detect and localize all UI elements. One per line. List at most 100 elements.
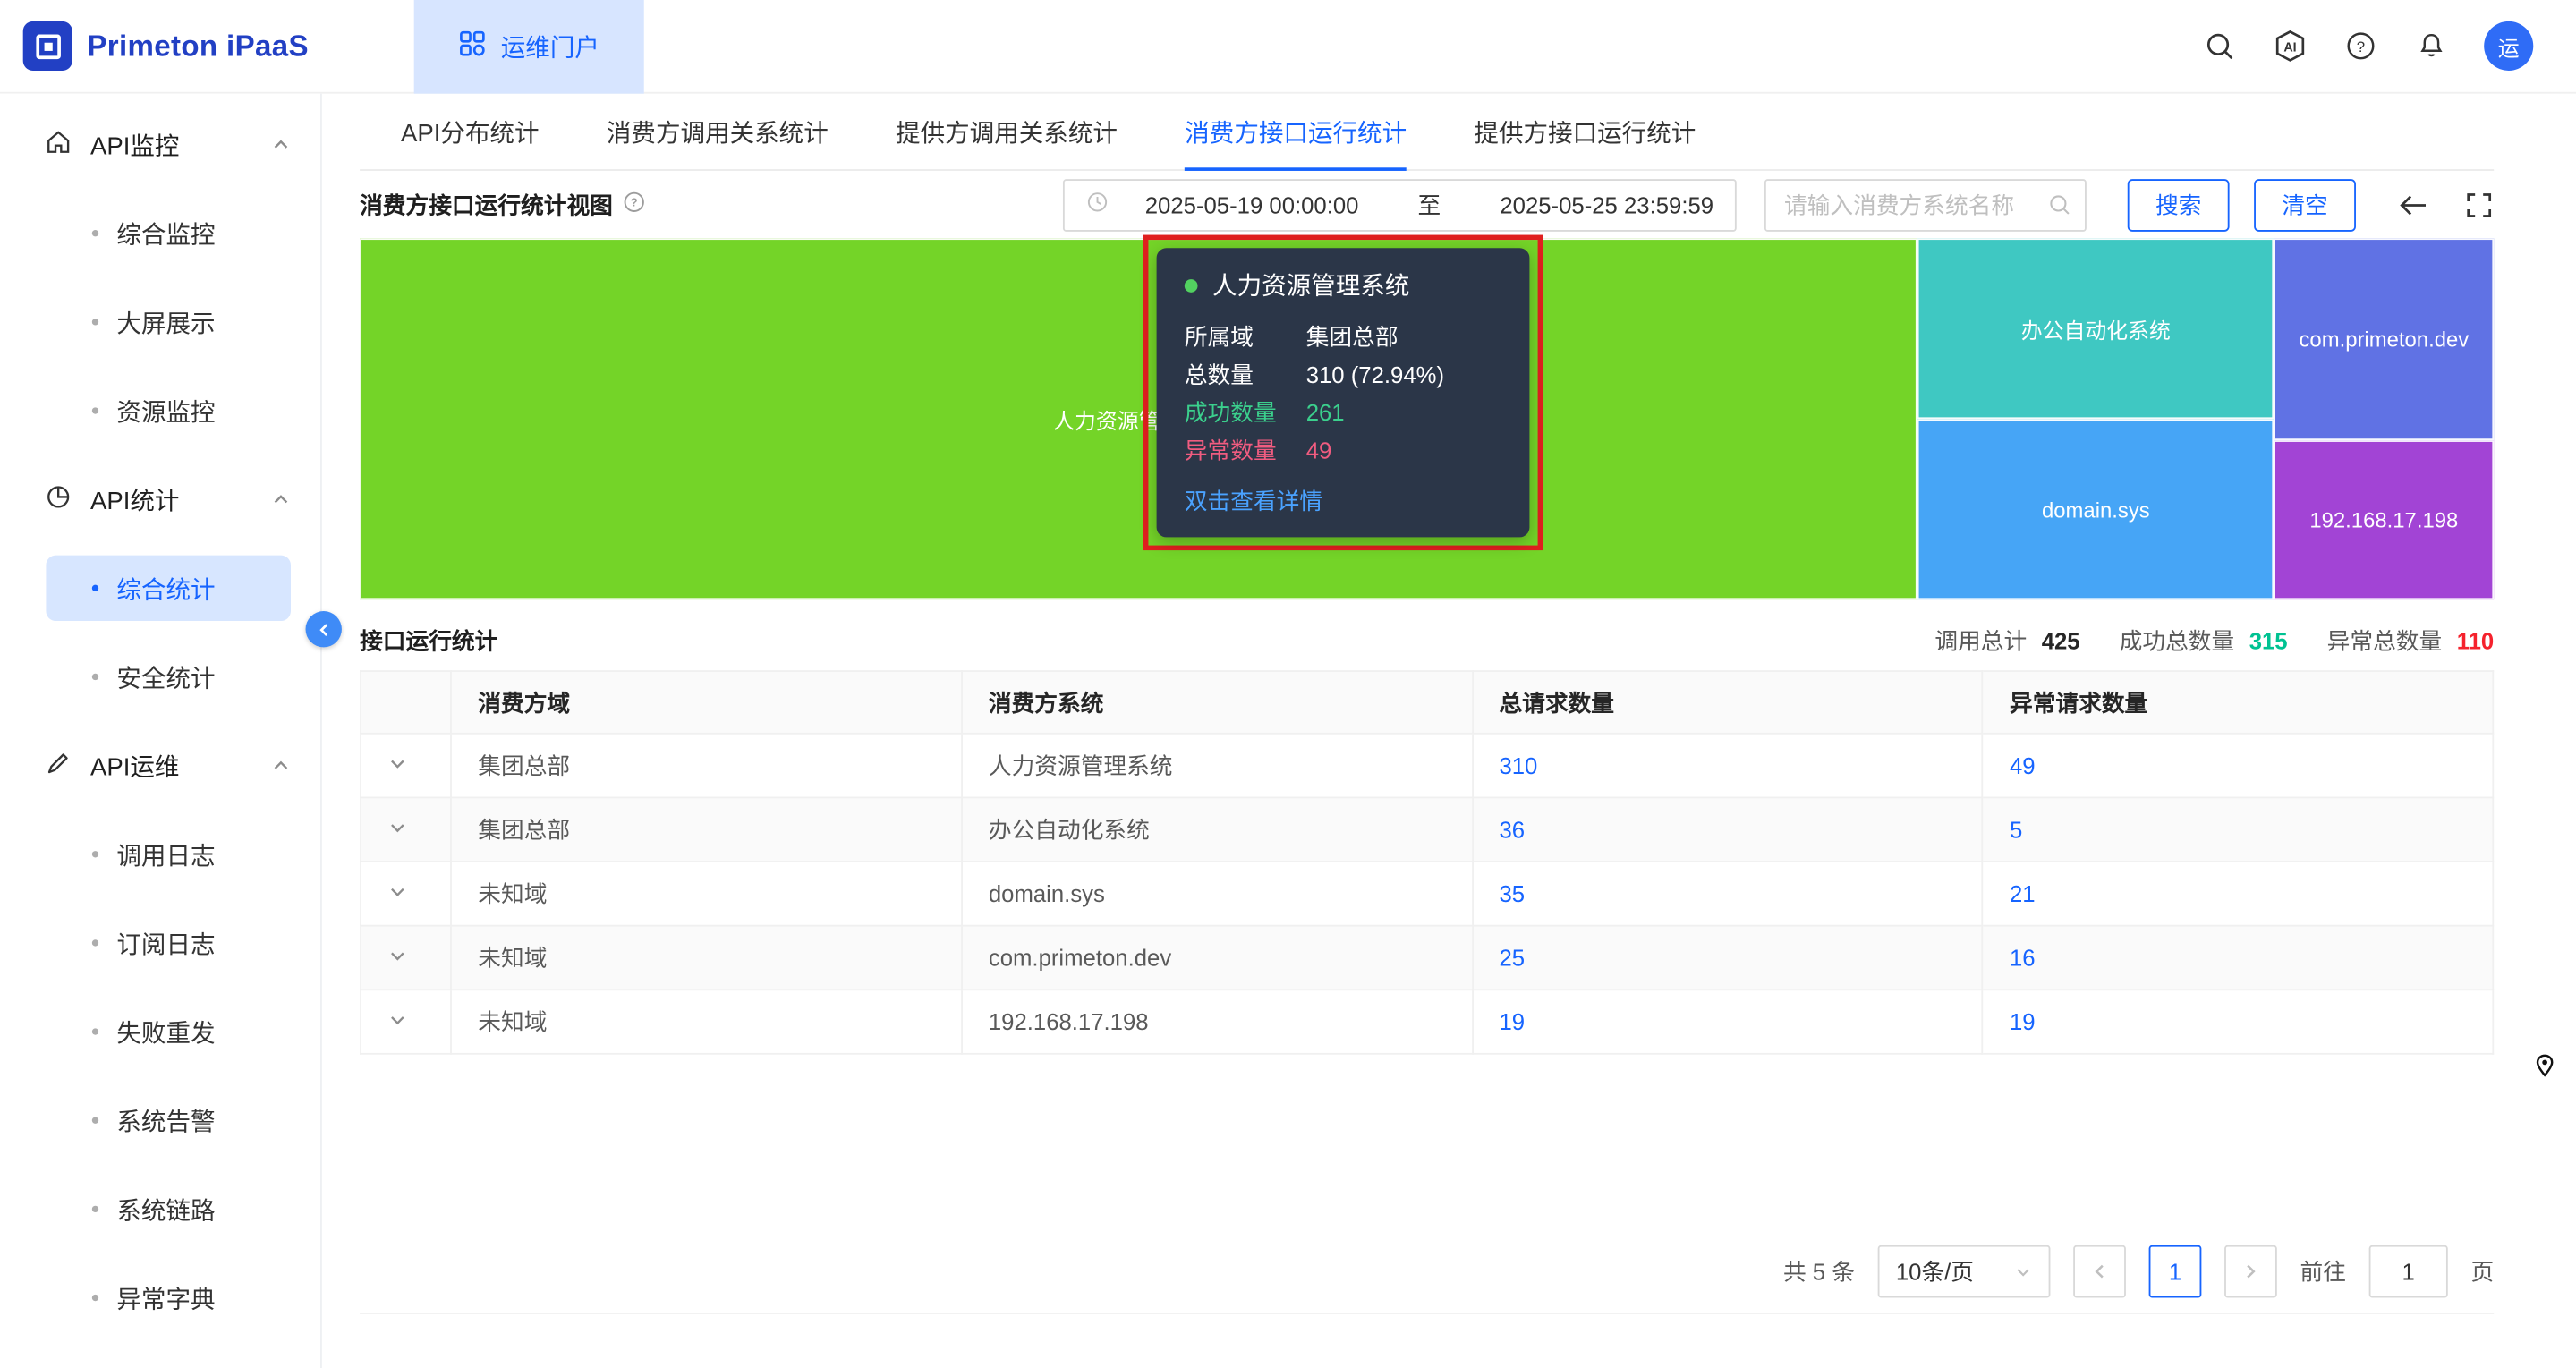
search-icon[interactable] (2201, 28, 2237, 64)
sidebar-collapse-toggle[interactable] (306, 611, 342, 647)
page-size-select[interactable]: 10条/页 (1878, 1245, 2051, 1298)
tooltip-row-success: 成功数量261 (1185, 395, 1501, 432)
sidebar-section-api-ops[interactable]: API运维 (0, 721, 320, 810)
tab-consumer-api-run-stats[interactable]: 消费方接口运行统计 (1185, 94, 1407, 169)
col-error-requests: 异常请求数量 (1983, 671, 2494, 734)
sidebar-item-system-trace[interactable]: 系统链路 (0, 1165, 320, 1253)
top-bar-actions: AI ? 运 (2201, 21, 2576, 71)
date-range-picker[interactable]: 2025-05-19 00:00:00 至 2025-05-25 23:59:5… (1063, 178, 1737, 231)
next-page-button[interactable] (2224, 1245, 2277, 1298)
portal-tab-ops[interactable]: 运维门户 (413, 0, 643, 93)
clear-button[interactable]: 清空 (2254, 178, 2356, 231)
sidebar-item-resource-monitor[interactable]: 资源监控 (0, 366, 320, 455)
expand-row-icon[interactable] (387, 1010, 407, 1030)
treemap-cell-label: domain.sys (2042, 497, 2150, 522)
info-icon[interactable]: ? (623, 191, 646, 218)
col-consumer-system: 消费方系统 (962, 671, 1473, 734)
page-jump-input[interactable] (2369, 1245, 2448, 1298)
total-requests-link[interactable]: 19 (1499, 1008, 1525, 1034)
tooltip-row: 总数量310 (72.94%) (1185, 356, 1501, 394)
tooltip-row: 所属域集团总部 (1185, 319, 1501, 356)
sidebar-item-label: 调用日志 (116, 837, 215, 871)
error-total-value: 110 (2457, 627, 2494, 653)
summary-bar: 接口运行统计 调用总计425 成功总数量315 异常总数量110 (360, 616, 2494, 666)
table-row: 集团总部 办公自动化系统 36 5 (361, 797, 2493, 862)
pie-chart-icon (45, 482, 72, 517)
consumer-system-search (1764, 178, 2087, 231)
chevron-down-icon (2014, 1262, 2032, 1280)
sidebar-item-label: 异常字典 (116, 1280, 215, 1315)
bullet-icon (92, 1117, 98, 1124)
error-requests-link[interactable]: 21 (2010, 880, 2036, 906)
expand-row-icon[interactable] (387, 882, 407, 902)
treemap-cell-com-primeton-dev[interactable]: com.primeton.dev (2274, 238, 2495, 440)
chevron-up-icon (271, 756, 291, 776)
treemap-cell-hr-system[interactable]: 人力资源管理系统 (360, 238, 1917, 599)
sidebar-item-label: 资源监控 (116, 394, 215, 429)
expand-row-icon[interactable] (387, 754, 407, 774)
ai-assistant-icon[interactable]: AI (2272, 28, 2308, 64)
bullet-icon (92, 407, 98, 413)
sidebar-item-call-logs[interactable]: 调用日志 (0, 810, 320, 898)
treemap-cell-office-automation[interactable]: 办公自动化系统 (1917, 238, 2274, 419)
current-page-button[interactable]: 1 (2149, 1245, 2202, 1298)
pagination: 共 5 条 10条/页 1 前往 页 (360, 1245, 2494, 1314)
sidebar-section-label: API运维 (90, 748, 179, 783)
table-row: 集团总部 人力资源管理系统 310 49 (361, 734, 2493, 798)
sidebar-item-label: 订阅日志 (116, 926, 215, 961)
tab-bar: API分布统计 消费方调用关系统计 提供方调用关系统计 消费方接口运行统计 提供… (360, 94, 2494, 171)
error-requests-link[interactable]: 49 (2010, 752, 2036, 778)
sidebar-item-system-alerts[interactable]: 系统告警 (0, 1076, 320, 1165)
fullscreen-icon[interactable] (2464, 190, 2494, 219)
expand-row-icon[interactable] (387, 947, 407, 966)
sidebar-item-error-dict[interactable]: 异常字典 (0, 1253, 320, 1342)
sidebar: API监控 综合监控 大屏展示 资源监控 API统计 综合统计 安全统计 API… (0, 94, 322, 1368)
location-pin-icon[interactable] (2533, 1053, 2556, 1089)
bullet-icon (92, 1028, 98, 1034)
tab-api-distribution[interactable]: API分布统计 (401, 94, 540, 169)
tooltip-row-error: 异常数量49 (1185, 432, 1501, 470)
tooltip-title: 人力资源管理系统 (1185, 268, 1501, 302)
bell-icon[interactable] (2413, 28, 2449, 64)
expand-row-icon[interactable] (387, 818, 407, 837)
total-requests-link[interactable]: 310 (1499, 752, 1537, 778)
bullet-icon (92, 939, 98, 946)
sidebar-section-api-monitor[interactable]: API监控 (0, 100, 320, 189)
search-input[interactable] (1764, 178, 2087, 231)
treemap-cell-ip-192-168-17-198[interactable]: 192.168.17.198 (2274, 440, 2495, 599)
chevron-up-icon (271, 135, 291, 155)
grid-icon (458, 29, 486, 64)
error-requests-link[interactable]: 5 (2010, 817, 2022, 843)
sidebar-item-subscribe-logs[interactable]: 订阅日志 (0, 898, 320, 987)
view-title: 消费方接口运行统计视图 ? (360, 188, 645, 221)
total-requests-link[interactable]: 25 (1499, 945, 1525, 971)
table-row: 未知域 com.primeton.dev 25 16 (361, 926, 2493, 990)
tab-provider-api-run-stats[interactable]: 提供方接口运行统计 (1474, 94, 1696, 169)
error-requests-link[interactable]: 19 (2010, 1008, 2036, 1034)
treemap-cell-label: com.primeton.dev (2299, 327, 2469, 352)
back-arrow-icon[interactable] (2397, 188, 2430, 221)
help-icon[interactable]: ? (2342, 28, 2378, 64)
error-requests-link[interactable]: 16 (2010, 945, 2036, 971)
bullet-icon (92, 1295, 98, 1301)
prev-page-button[interactable] (2073, 1245, 2126, 1298)
sidebar-item-screen-display[interactable]: 大屏展示 (0, 277, 320, 366)
total-requests-link[interactable]: 35 (1499, 880, 1525, 906)
sidebar-item-security-stats[interactable]: 安全统计 (0, 633, 320, 721)
sidebar-section-api-stats[interactable]: API统计 (0, 455, 320, 544)
treemap-cell-domain-sys[interactable]: domain.sys (1917, 419, 2274, 599)
tab-consumer-call-relation[interactable]: 消费方调用关系统计 (607, 94, 829, 169)
search-button[interactable]: 搜索 (2128, 178, 2230, 231)
sidebar-item-overview-stats[interactable]: 综合统计 (0, 544, 320, 633)
col-consumer-domain: 消费方域 (451, 671, 962, 734)
total-calls-value: 425 (2042, 627, 2080, 653)
user-avatar[interactable]: 运 (2484, 21, 2533, 71)
total-requests-link[interactable]: 36 (1499, 817, 1525, 843)
svg-text:?: ? (2357, 38, 2365, 55)
bullet-icon (92, 230, 98, 236)
tooltip-highlight-box: 人力资源管理系统 所属域集团总部 总数量310 (72.94%) 成功数量261… (1143, 235, 1543, 551)
sidebar-item-label: 综合监控 (116, 216, 215, 251)
tab-provider-call-relation[interactable]: 提供方调用关系统计 (896, 94, 1118, 169)
sidebar-item-overview-monitor[interactable]: 综合监控 (0, 189, 320, 277)
sidebar-item-failure-retry[interactable]: 失败重发 (0, 987, 320, 1075)
